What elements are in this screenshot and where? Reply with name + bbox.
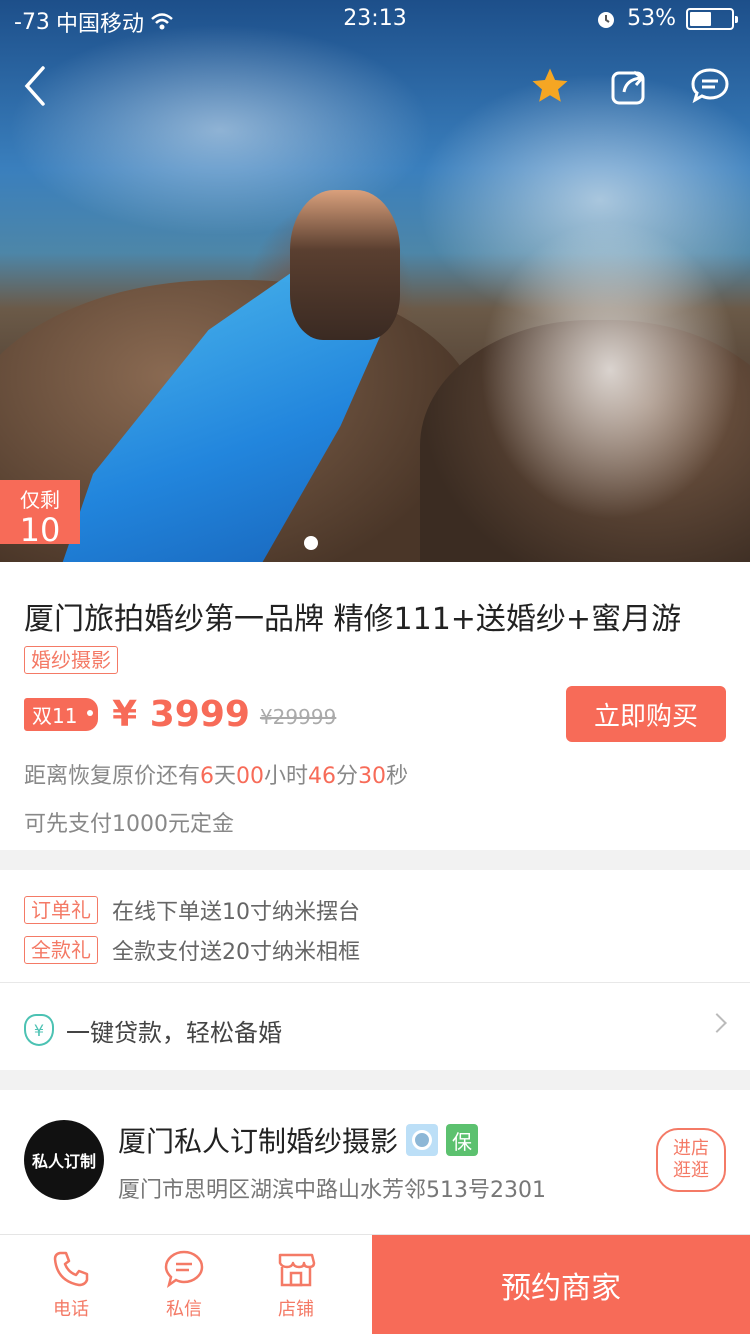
battery-percent: 53% <box>627 6 676 31</box>
bottom-action-bar: 电话 私信 店铺 预约商家 <box>0 1234 750 1334</box>
chevron-right-icon[interactable] <box>707 1013 727 1033</box>
message-button[interactable] <box>686 62 734 110</box>
gifts-section: 订单礼 在线下单送10寸纳米摆台 全款礼 全款支付送20寸纳米相框 ¥ 一键贷款… <box>0 870 750 1070</box>
merchant-logo[interactable]: 私人订制 <box>24 1120 104 1200</box>
product-info-section: 厦门旅拍婚纱第一品牌 精修111+送婚纱+蜜月游 婚纱摄影 双11 ¥ 3999… <box>0 562 750 850</box>
gift-row: 订单礼 在线下单送10寸纳米摆台 <box>24 894 360 926</box>
merchant-name-row: 厦门私人订制婚纱摄影 保 <box>118 1120 479 1160</box>
gift-row: 全款礼 全款支付送20寸纳米相框 <box>24 934 360 966</box>
hero-photo-wave <box>480 220 740 520</box>
merchant-name: 厦门私人订制婚纱摄影 <box>118 1125 399 1158</box>
back-button[interactable] <box>12 62 60 110</box>
promo-tag: 双11 <box>24 697 99 731</box>
countdown-days-unit: 天 <box>214 764 237 789</box>
store-label: 店铺 <box>278 1299 314 1320</box>
divider <box>0 982 750 983</box>
price-row: 双11 ¥ 3999 ¥29999 <box>24 693 337 735</box>
countdown-hours-unit: 小时 <box>264 764 309 789</box>
star-icon <box>532 68 568 102</box>
message-label: 私信 <box>166 1299 202 1320</box>
merchant-logo-text: 私人订制 <box>31 1152 96 1171</box>
loan-link[interactable]: ¥ 一键贷款，轻松备婚 <box>24 1006 282 1054</box>
diamond-ring-badge-icon <box>406 1124 439 1156</box>
merchant-address: 厦门市思明区湖滨中路山水芳邻513号2301 <box>118 1178 546 1203</box>
visit-store-button[interactable]: 进店 逛逛 <box>656 1128 726 1192</box>
gift-text: 全款支付送20寸纳米相框 <box>112 940 360 965</box>
countdown-seconds: 30 <box>358 764 387 789</box>
phone-button[interactable]: 电话 <box>16 1249 126 1321</box>
battery-level <box>690 11 712 26</box>
money-bag-icon: ¥ <box>24 1014 54 1046</box>
product-title: 厦门旅拍婚纱第一品牌 精修111+送婚纱+蜜月游 <box>24 602 682 637</box>
store-icon <box>278 1253 316 1287</box>
countdown-seconds-unit: 秒 <box>386 764 409 789</box>
phone-label: 电话 <box>53 1299 89 1320</box>
status-bar: -73 中国移动 23:13 53% <box>0 0 750 40</box>
chat-bubble-icon <box>164 1250 204 1288</box>
chat-bubble-icon <box>691 68 729 104</box>
product-image-carousel[interactable]: -73 中国移动 23:13 53% 仅剩 10 <box>0 0 750 562</box>
original-price: ¥29999 <box>259 705 337 729</box>
chevron-left-icon <box>24 66 45 106</box>
price-countdown: 距离恢复原价还有6天00小时46分30秒 <box>24 758 408 790</box>
visit-store-line1: 进店 <box>673 1138 709 1159</box>
battery-icon <box>686 7 738 30</box>
reserve-merchant-button[interactable]: 预约商家 <box>372 1235 750 1334</box>
favorite-button[interactable] <box>526 62 574 110</box>
promo-tag-label: 双11 <box>32 703 78 728</box>
countdown-minutes: 46 <box>308 764 337 789</box>
phone-icon <box>53 1251 89 1287</box>
carousel-indicator-dot <box>304 536 318 550</box>
loan-text: 一键贷款，轻松备婚 <box>66 1018 282 1047</box>
merchant-section: 私人订制 厦门私人订制婚纱摄影 保 厦门市思明区湖滨中路山水芳邻513号2301… <box>0 1090 750 1240</box>
store-button[interactable]: 店铺 <box>241 1249 351 1321</box>
stock-count: 10 <box>19 511 61 549</box>
category-tag: 婚纱摄影 <box>24 646 118 674</box>
stock-label: 仅剩 <box>20 488 60 512</box>
buy-now-button[interactable]: 立即购买 <box>566 686 726 742</box>
guarantee-badge: 保 <box>446 1124 479 1156</box>
share-icon <box>611 70 645 105</box>
stock-remaining-badge: 仅剩 10 <box>0 480 80 549</box>
private-message-button[interactable]: 私信 <box>129 1249 239 1321</box>
visit-store-line2: 逛逛 <box>673 1160 709 1181</box>
current-price: ¥ 3999 <box>112 693 250 735</box>
share-button[interactable] <box>606 62 654 110</box>
deposit-note: 可先支付1000元定金 <box>24 812 234 837</box>
countdown-minutes-unit: 分 <box>336 764 359 789</box>
countdown-prefix: 距离恢复原价还有 <box>24 764 201 789</box>
gift-tag: 全款礼 <box>24 936 98 964</box>
gift-tag: 订单礼 <box>24 896 98 924</box>
countdown-hours: 00 <box>236 764 265 789</box>
hero-photo-couple <box>290 190 400 340</box>
alarm-icon <box>598 11 615 28</box>
countdown-days: 6 <box>200 764 215 789</box>
gift-text: 在线下单送10寸纳米摆台 <box>112 900 360 925</box>
